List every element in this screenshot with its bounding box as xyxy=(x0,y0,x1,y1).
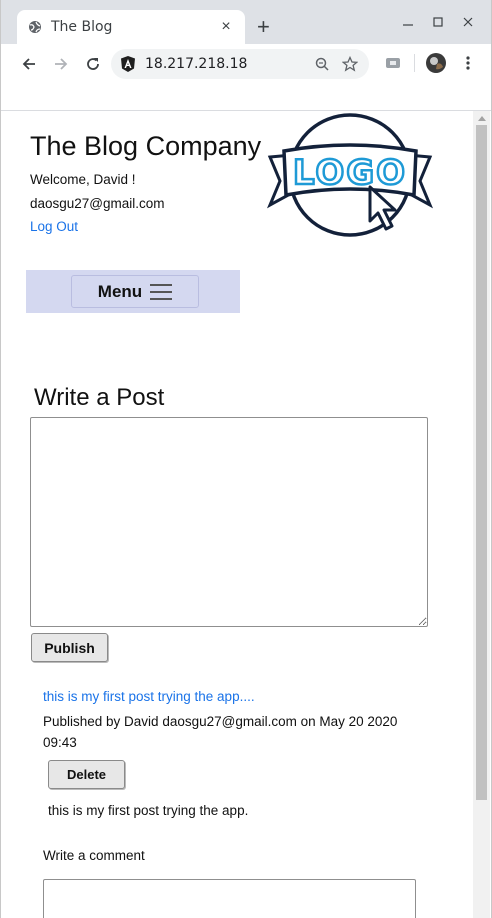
extension-icon[interactable] xyxy=(382,52,404,74)
post-title-link[interactable]: this is my first post trying the app.... xyxy=(43,689,255,704)
address-bar[interactable]: 18.217.218.18 xyxy=(111,49,369,79)
post-body: this is my first post trying the app. xyxy=(48,803,249,818)
angular-icon xyxy=(119,55,137,73)
tab-close-icon[interactable]: × xyxy=(217,18,235,36)
maximize-button[interactable] xyxy=(423,10,453,34)
new-tab-button[interactable]: + xyxy=(257,16,270,38)
comment-input[interactable] xyxy=(43,879,416,918)
write-post-heading: Write a Post xyxy=(34,384,165,411)
logo-image: LOGO xyxy=(266,113,434,237)
url-text: 18.217.218.18 xyxy=(145,56,248,72)
welcome-text: Welcome, David ! xyxy=(30,172,136,187)
scroll-up-arrow-icon[interactable] xyxy=(473,111,490,125)
browser-tab[interactable]: The Blog × xyxy=(17,10,245,44)
minimize-button[interactable] xyxy=(393,10,423,34)
page-scrollbar[interactable] xyxy=(473,111,490,918)
post-textarea[interactable] xyxy=(30,417,428,627)
page-viewport: The Blog Company Welcome, David ! daosgu… xyxy=(2,111,472,918)
zoom-icon[interactable] xyxy=(311,53,333,75)
post-meta: Published by David daosgu27@gmail.com on… xyxy=(43,714,398,750)
menu-label: Menu xyxy=(97,281,143,301)
user-email: daosgu27@gmail.com xyxy=(30,196,165,211)
scrollbar-thumb[interactable] xyxy=(476,125,487,800)
profile-avatar[interactable] xyxy=(425,52,447,74)
reload-icon[interactable] xyxy=(77,48,109,80)
bookmark-star-icon[interactable] xyxy=(339,53,361,75)
browser-window: The Blog × + 18.217.218.18 The Blog Comp… xyxy=(0,0,492,918)
close-window-button[interactable] xyxy=(453,10,483,34)
tab-strip: The Blog × + xyxy=(1,0,491,44)
publish-button[interactable]: Publish xyxy=(31,633,108,662)
logout-link[interactable]: Log Out xyxy=(30,219,78,234)
menu-button[interactable]: Menu xyxy=(71,275,199,308)
globe-icon xyxy=(27,19,43,35)
toolbar-divider xyxy=(414,54,415,72)
comment-label: Write a comment xyxy=(43,848,145,863)
delete-button[interactable]: Delete xyxy=(48,760,125,789)
svg-text:LOGO: LOGO xyxy=(293,153,407,193)
menu-bar: Menu xyxy=(26,270,240,313)
browser-toolbar: 18.217.218.18 xyxy=(1,44,491,84)
forward-arrow-icon[interactable] xyxy=(45,48,77,80)
site-title: The Blog Company xyxy=(30,131,262,161)
tab-title: The Blog xyxy=(51,19,113,35)
more-menu-icon[interactable] xyxy=(457,52,479,74)
hamburger-icon xyxy=(150,283,173,300)
back-arrow-icon[interactable] xyxy=(13,48,45,80)
